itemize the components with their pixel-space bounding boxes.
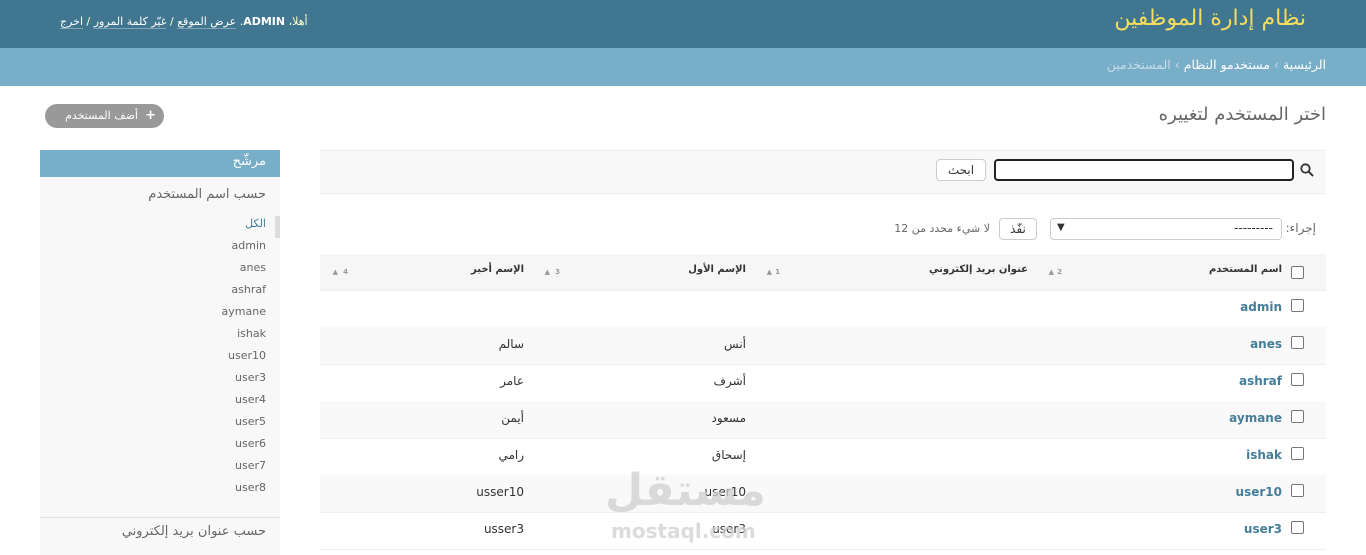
username-link[interactable]: admin (1240, 300, 1282, 314)
sort-arrow-icon[interactable]: ▲ (545, 268, 550, 276)
chevron-down-icon: ▼ (1057, 222, 1065, 233)
sort-arrow-icon[interactable]: ▲ (333, 268, 338, 276)
row-checkbox[interactable] (1291, 373, 1304, 386)
last-name-cell: usser3 (483, 522, 524, 536)
last-name-cell: أيمن (501, 411, 524, 425)
username-link[interactable]: aymane (1229, 411, 1282, 425)
username-label: ADMIN (243, 15, 286, 28)
filter-header: مرشّح (40, 150, 280, 177)
filter-scrollbar[interactable] (275, 216, 280, 238)
row-checkbox[interactable] (1291, 484, 1304, 497)
change-password-link[interactable]: غيّر كلمة المرور (93, 15, 167, 29)
add-user-button[interactable]: + أضف المستخدم (45, 104, 164, 128)
search-icon (1300, 163, 1314, 177)
filter-item[interactable]: admin (232, 239, 266, 252)
selection-counter: لا شيء محدد من 12 (894, 222, 990, 235)
table-row: ashraf أشرف عامر (320, 364, 1326, 402)
select-all-checkbox[interactable] (1291, 266, 1304, 279)
action-selected-value: --------- (1234, 221, 1273, 235)
row-checkbox[interactable] (1291, 410, 1304, 423)
breadcrumb-separator: › (1174, 57, 1180, 72)
breadcrumb: الرئيسية › مستخدمو النظام › المستخدمين (0, 48, 1366, 86)
first-name-cell: user3 (712, 522, 746, 536)
view-site-link[interactable]: عرض الموقع (177, 15, 237, 29)
first-name-cell: أنس (724, 337, 746, 351)
plus-icon: + (145, 108, 156, 123)
filter-divider (40, 517, 280, 518)
last-name-cell: usser10 (476, 485, 524, 499)
sort-priority: 4 (343, 268, 348, 276)
filter-by-username-heading: حسب اسم المستخدم (148, 187, 266, 202)
first-name-cell: أشرف (713, 374, 746, 388)
filter-item[interactable]: aymane (222, 305, 266, 318)
row-checkbox[interactable] (1291, 336, 1304, 349)
table-header: اسم المستخدم 2 ▲ عنوان بريد إلكتروني 1 ▲… (320, 254, 1326, 291)
filter-panel: مرشّح حسب اسم المستخدم الكل admin anes a… (40, 150, 280, 555)
filter-item[interactable]: ashraf (231, 283, 266, 296)
action-select[interactable]: --------- ▼ (1050, 218, 1282, 240)
actions-label: إجراء: (1285, 221, 1316, 235)
last-name-cell: رامي (498, 448, 524, 462)
page-title: اختر المستخدم لتغييره (1158, 104, 1326, 125)
table-row: user3 user3 usser3 (320, 512, 1326, 550)
table-row: admin (320, 290, 1326, 328)
tools-separator: / (86, 15, 91, 28)
breadcrumb-current: المستخدمين (1106, 57, 1171, 72)
table-row: ishak إسحاق رامي (320, 438, 1326, 476)
table-row: user10 user10 usser10 (320, 475, 1326, 513)
filter-item[interactable]: user3 (235, 371, 266, 384)
site-header: نظام إدارة الموظفين أهلا، ADMIN. عرض الم… (0, 0, 1366, 48)
filter-item[interactable]: user4 (235, 393, 266, 406)
tools-separator: / (169, 15, 174, 28)
site-title[interactable]: نظام إدارة الموظفين (1114, 6, 1306, 31)
filter-item[interactable]: user6 (235, 437, 266, 450)
row-checkbox[interactable] (1291, 447, 1304, 460)
search-toolbar: ابحث (320, 150, 1326, 194)
breadcrumb-separator: › (1273, 57, 1279, 72)
sort-arrow-icon[interactable]: ▲ (1049, 268, 1054, 276)
row-checkbox[interactable] (1291, 299, 1304, 312)
filter-item[interactable]: user10 (228, 349, 266, 362)
search-button[interactable]: ابحث (936, 159, 986, 181)
column-header-last-name[interactable]: الإسم أخير (471, 264, 524, 275)
add-user-label: أضف المستخدم (65, 109, 138, 122)
last-name-cell: سالم (498, 337, 524, 351)
username-link[interactable]: user10 (1236, 485, 1282, 499)
search-input[interactable] (994, 159, 1294, 181)
table-row: aymane مسعود أيمن (320, 401, 1326, 439)
sort-priority: 2 (1057, 268, 1062, 276)
first-name-cell: إسحاق (711, 448, 746, 462)
filter-by-email-heading: حسب عنوان بريد إلكتروني (121, 524, 266, 539)
go-button[interactable]: نفّذ (999, 218, 1037, 240)
welcome-text: أهلا، (288, 15, 308, 28)
user-tools: أهلا، ADMIN. عرض الموقع / غيّر كلمة المر… (60, 15, 308, 29)
last-name-cell: عامر (500, 374, 524, 388)
filter-item[interactable]: anes (240, 261, 266, 274)
first-name-cell: مسعود (711, 411, 746, 425)
filter-title: مرشّح (232, 154, 266, 169)
column-header-email[interactable]: عنوان بريد إلكتروني (929, 264, 1028, 275)
sort-arrow-icon[interactable]: ▲ (767, 268, 772, 276)
filter-item[interactable]: user7 (235, 459, 266, 472)
username-link[interactable]: anes (1250, 337, 1282, 351)
filter-item[interactable]: user5 (235, 415, 266, 428)
filter-item-all[interactable]: الكل (245, 217, 266, 230)
column-header-username[interactable]: اسم المستخدم (1209, 264, 1282, 275)
username-link[interactable]: ashraf (1239, 374, 1282, 388)
column-header-first-name[interactable]: الإسم الأول (688, 264, 746, 275)
sort-priority: 1 (775, 268, 780, 276)
logout-link[interactable]: اخرج (60, 15, 84, 29)
table-row: anes أنس سالم (320, 327, 1326, 365)
filter-item[interactable]: user8 (235, 481, 266, 494)
username-link[interactable]: ishak (1246, 448, 1282, 462)
first-name-cell: user10 (704, 485, 746, 499)
username-link[interactable]: user3 (1244, 522, 1282, 536)
breadcrumb-app[interactable]: مستخدمو النظام (1184, 57, 1270, 72)
filter-item[interactable]: ishak (237, 327, 266, 340)
sort-priority: 3 (555, 268, 560, 276)
breadcrumb-home[interactable]: الرئيسية (1283, 57, 1326, 72)
row-checkbox[interactable] (1291, 521, 1304, 534)
